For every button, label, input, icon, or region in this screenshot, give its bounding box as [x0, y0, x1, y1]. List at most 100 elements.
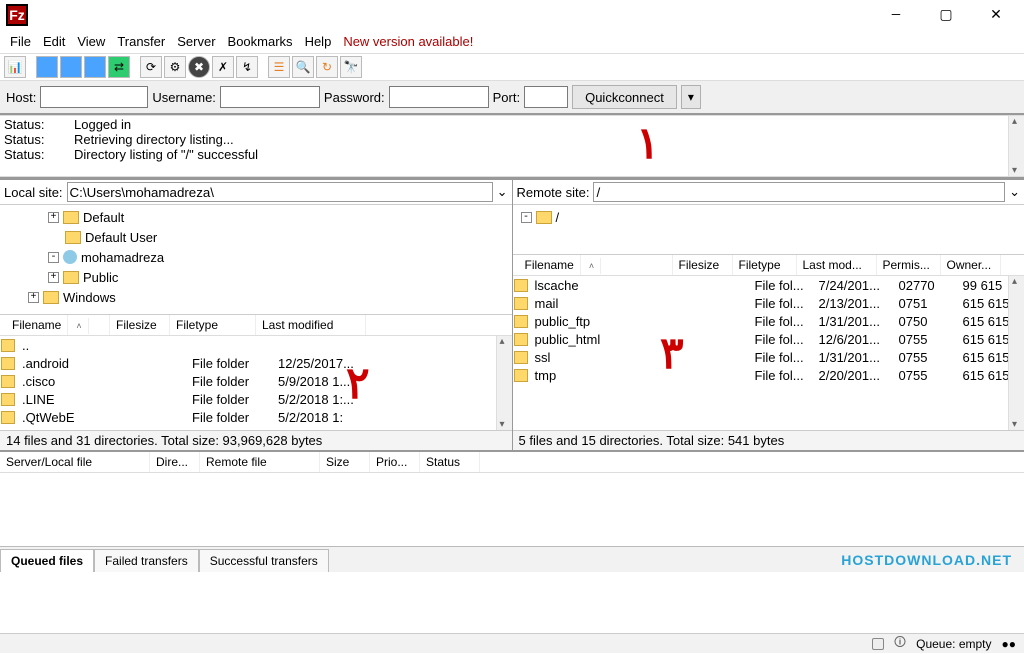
maximize-button[interactable]: ▢	[924, 1, 968, 29]
local-tree[interactable]: +DefaultDefault User-mohamadreza+Public+…	[0, 205, 512, 315]
local-site-input[interactable]	[67, 182, 493, 202]
transfer-queue: Server/Local file Dire... Remote file Si…	[0, 450, 1024, 546]
menu-help[interactable]: Help	[299, 32, 338, 51]
menu-bookmarks[interactable]: Bookmarks	[222, 32, 299, 51]
cell: 2/20/201...	[813, 368, 893, 383]
menubar: File Edit View Transfer Server Bookmarks…	[0, 30, 1024, 53]
col-permissions[interactable]: Permis...	[877, 255, 941, 275]
menu-edit[interactable]: Edit	[37, 32, 71, 51]
remote-file-list[interactable]: lscacheFile fol...7/24/201...0277099 615…	[513, 276, 1024, 430]
q-col-remote[interactable]: Remote file	[200, 452, 320, 472]
tab-failed-transfers[interactable]: Failed transfers	[94, 549, 199, 572]
cell: 5/9/2018 1...	[272, 374, 382, 389]
filter-icon[interactable]: ☰	[268, 56, 290, 78]
col-modified[interactable]: Last modified	[256, 315, 366, 335]
dropdown-icon[interactable]: ⌄	[497, 184, 508, 200]
q-col-priority[interactable]: Prio...	[370, 452, 420, 472]
username-input[interactable]	[220, 86, 320, 108]
file-row[interactable]: ..	[0, 336, 512, 354]
status-indicator-icon: ●●	[1002, 637, 1017, 651]
tab-successful-transfers[interactable]: Successful transfers	[199, 549, 329, 572]
tree-item[interactable]: +Default	[48, 207, 512, 227]
toggle-log-icon[interactable]	[36, 56, 58, 78]
file-row[interactable]: .androidFile folder12/25/2017...	[0, 354, 512, 372]
file-row[interactable]: mailFile fol...2/13/201...0751615 615	[513, 294, 1024, 312]
lock-icon	[872, 638, 884, 650]
menu-file[interactable]: File	[4, 32, 37, 51]
remote-tree[interactable]: -/	[513, 205, 1024, 255]
search-icon[interactable]: 🔍	[292, 56, 314, 78]
new-version-link[interactable]: New version available!	[337, 32, 479, 51]
process-queue-icon[interactable]: ⚙	[164, 56, 186, 78]
tree-item[interactable]: Default User	[48, 227, 512, 247]
col-owner[interactable]: Owner...	[941, 255, 1001, 275]
toggle-local-tree-icon[interactable]	[60, 56, 82, 78]
menu-transfer[interactable]: Transfer	[111, 32, 171, 51]
q-col-status[interactable]: Status	[420, 452, 480, 472]
remote-site-input[interactable]	[593, 182, 1005, 202]
cell: 12/25/2017...	[272, 356, 382, 371]
port-input[interactable]	[524, 86, 568, 108]
scrollbar[interactable]	[1008, 276, 1024, 430]
expander-icon[interactable]: +	[28, 292, 39, 303]
toolbar: 📊 ⇄ ⟳ ⚙ ✖ ✗ ↯ ☰ 🔍 ↻ 🔭	[0, 53, 1024, 81]
disconnect-icon[interactable]: ✗	[212, 56, 234, 78]
remote-summary: 5 files and 15 directories. Total size: …	[513, 430, 1024, 450]
cell: ssl	[529, 350, 689, 365]
quickconnect-button[interactable]: Quickconnect	[572, 85, 677, 109]
status-label: Status:	[4, 117, 74, 132]
cell: File folder	[186, 374, 272, 389]
refresh-icon[interactable]: ⟳	[140, 56, 162, 78]
file-row[interactable]: sslFile fol...1/31/201...0755615 615	[513, 348, 1024, 366]
tree-item[interactable]: +Public	[48, 267, 512, 287]
toggle-remote-tree-icon[interactable]	[84, 56, 106, 78]
scrollbar[interactable]	[1008, 116, 1024, 176]
file-row[interactable]: public_ftpFile fol...1/31/201...0750615 …	[513, 312, 1024, 330]
col-filesize[interactable]: Filesize	[673, 255, 733, 275]
expander-icon[interactable]: +	[48, 272, 59, 283]
file-row[interactable]: tmpFile fol...2/20/201...0755615 615	[513, 366, 1024, 384]
host-input[interactable]	[40, 86, 148, 108]
col-filetype[interactable]: Filetype	[170, 315, 256, 335]
file-row[interactable]: lscacheFile fol...7/24/201...0277099 615	[513, 276, 1024, 294]
q-col-size[interactable]: Size	[320, 452, 370, 472]
cell: public_html	[529, 332, 689, 347]
expander-icon[interactable]: +	[48, 212, 59, 223]
cell: .cisco	[16, 374, 126, 389]
file-row[interactable]: public_htmlFile fol...12/6/201...0755615…	[513, 330, 1024, 348]
col-modified[interactable]: Last mod...	[797, 255, 877, 275]
expander-icon[interactable]: -	[521, 212, 532, 223]
cell: 0755	[893, 350, 957, 365]
folder-icon	[1, 375, 15, 388]
col-filename[interactable]: Filename˄	[0, 315, 110, 335]
file-row[interactable]: .cisco File folder5/9/2018 1...	[0, 372, 512, 390]
tree-item[interactable]: -mohamadreza	[48, 247, 512, 267]
quickconnect-dropdown[interactable]: ▾	[681, 85, 701, 109]
col-filesize[interactable]: Filesize	[110, 315, 170, 335]
reconnect-icon[interactable]: ↯	[236, 56, 258, 78]
scrollbar[interactable]	[496, 336, 512, 430]
password-input[interactable]	[389, 86, 489, 108]
minimize-button[interactable]: —	[874, 1, 918, 29]
file-row[interactable]: .LINEFile folder5/2/2018 1:...	[0, 390, 512, 408]
col-filename[interactable]: Filename˄	[513, 255, 673, 275]
q-col-direction[interactable]: Dire...	[150, 452, 200, 472]
menu-view[interactable]: View	[71, 32, 111, 51]
cancel-icon[interactable]: ✖	[188, 56, 210, 78]
close-button[interactable]: ✕	[974, 1, 1018, 29]
site-manager-icon[interactable]: 📊	[4, 56, 26, 78]
tree-item[interactable]: -/	[521, 207, 1024, 227]
folder-icon	[514, 315, 528, 328]
local-file-list[interactable]: ...androidFile folder12/25/2017....cisco…	[0, 336, 512, 430]
compare-icon[interactable]: ↻	[316, 56, 338, 78]
expander-icon[interactable]: -	[48, 252, 59, 263]
menu-server[interactable]: Server	[171, 32, 221, 51]
dropdown-icon[interactable]: ⌄	[1009, 184, 1020, 200]
tab-queued-files[interactable]: Queued files	[0, 549, 94, 572]
binoculars-icon[interactable]: 🔭	[340, 56, 362, 78]
q-col-server[interactable]: Server/Local file	[0, 452, 150, 472]
col-filetype[interactable]: Filetype	[733, 255, 797, 275]
file-row[interactable]: .QtWebEFile folder5/2/2018 1:	[0, 408, 512, 426]
toggle-queue-icon[interactable]: ⇄	[108, 56, 130, 78]
tree-item[interactable]: +Windows	[28, 287, 512, 307]
